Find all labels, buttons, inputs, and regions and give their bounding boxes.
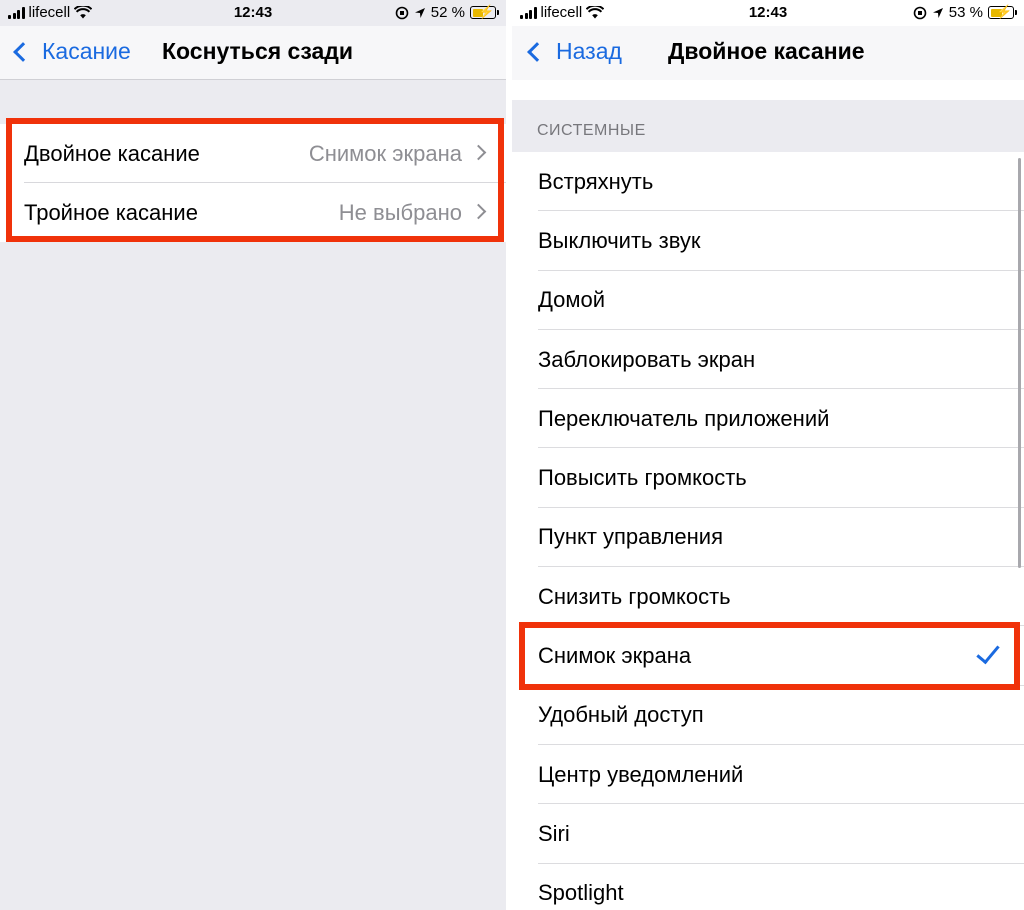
battery-icon: ⚡ [470,4,499,19]
list-item[interactable]: Домой [512,271,1024,331]
item-label: Снизить громкость [538,583,731,609]
orientation-lock-icon [913,6,927,19]
status-right: 52 % ⚡ [395,4,499,21]
list-item[interactable]: Удобный доступ [512,686,1024,746]
item-label: Выключить звук [538,227,701,253]
section-header: СИСТЕМНЫЕ [512,100,1024,152]
back-button[interactable]: Касание [10,38,131,65]
item-label: Пункт управления [538,524,724,550]
status-bar: lifecell 12:43 52 % ⚡ [0,0,506,26]
item-label: Встряхнуть [538,168,654,194]
list-item[interactable]: Заблокировать экран [512,330,1024,390]
item-label: Переключатель приложений [538,405,830,431]
battery-percent: 52 % [430,4,465,21]
list-item[interactable]: Снизить громкость [512,567,1024,627]
item-label: Удобный доступ [538,702,704,728]
battery-icon: ⚡ [988,4,1017,19]
scrollbar[interactable] [1018,158,1021,568]
orientation-lock-icon [395,6,409,19]
nav-bar: Назад Двойное касание [512,26,1024,80]
location-icon [414,7,425,18]
chevron-left-icon [13,41,33,62]
status-right: 53 % ⚡ [913,4,1017,21]
list-item[interactable]: Переключатель приложений [512,389,1024,449]
list-item[interactable]: Центр уведомлений [512,745,1024,805]
status-bar: lifecell 12:43 53 % ⚡ [512,0,1024,26]
highlight-frame [6,118,504,242]
left-screen: lifecell 12:43 52 % ⚡ Касание Коснуться … [0,0,506,910]
list-item[interactable]: Повысить громкость [512,448,1024,509]
highlight-frame [519,622,1020,690]
back-label: Назад [556,38,622,64]
page-title: Коснуться сзади [162,38,353,64]
list-item[interactable]: Выключить звук [512,211,1024,271]
chevron-left-icon [527,41,547,62]
item-label: Повысить громкость [538,465,747,491]
section-header-label: СИСТЕМНЫЕ [537,122,646,139]
list-item[interactable]: Spotlight [512,864,1024,910]
item-label: Заблокировать экран [538,346,756,372]
item-label: Центр уведомлений [538,761,744,787]
list-item[interactable]: Встряхнуть [512,152,1024,212]
item-label: Siri [538,820,570,846]
back-button[interactable]: Назад [524,38,622,65]
location-icon [932,7,943,18]
item-label: Домой [538,287,606,313]
list-item[interactable]: Siri [512,804,1024,864]
battery-percent: 53 % [948,4,983,21]
action-list: Встряхнуть Выключить звук Домой Заблокир… [512,152,1024,910]
back-label: Касание [42,38,131,64]
item-label: Spotlight [538,880,624,906]
right-screen: lifecell 12:43 53 % ⚡ Назад Двойное каса… [512,0,1024,910]
list-item[interactable]: Пункт управления [512,508,1024,568]
nav-bar: Касание Коснуться сзади [0,26,506,80]
page-title: Двойное касание [668,38,865,64]
